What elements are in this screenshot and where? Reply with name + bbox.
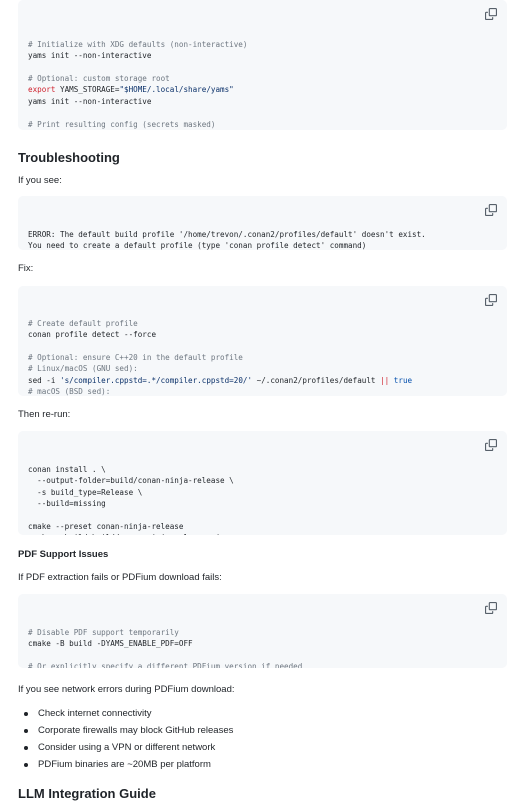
code-block-error: ERROR: The default build profile '/home/… — [18, 196, 507, 250]
code-blank-line — [28, 509, 497, 520]
code-block-fix: # Create default profileconan profile de… — [18, 286, 507, 396]
code-line: --build=missing — [28, 498, 497, 509]
rerun-label: Then re-run: — [18, 409, 70, 420]
troubleshooting-heading: Troubleshooting — [18, 150, 120, 165]
code-line: sed -i 's/compiler.cppstd=.*/compiler.cp… — [28, 375, 497, 386]
code-comment: # Create default profile — [28, 318, 497, 329]
copy-icon[interactable] — [485, 8, 497, 20]
code-lines: # Create default profileconan profile de… — [28, 318, 497, 396]
code-lines: # Initialize with XDG defaults (non-inte… — [28, 39, 497, 130]
code-text: YAMS_STORAGE= — [55, 85, 119, 94]
code-line: cmake --preset conan-ninja-release — [28, 521, 497, 532]
code-lines: # Disable PDF support temporarilycmake -… — [28, 627, 497, 668]
code-line: --output-folder=build/conan-ninja-releas… — [28, 475, 497, 486]
code-line: ERROR: The default build profile '/home/… — [28, 229, 497, 240]
code-comment: # Disable PDF support temporarily — [28, 627, 497, 638]
code-block-rerun: conan install . \ --output-folder=build/… — [18, 431, 507, 535]
code-block-pdf: # Disable PDF support temporarilycmake -… — [18, 594, 507, 668]
code-line: yams init --non-interactive — [28, 96, 497, 107]
llm-heading: LLM Integration Guide — [18, 786, 156, 801]
code-string: "$HOME/.local/share/yams" — [119, 85, 233, 94]
list-item: PDFium binaries are ~20MB per platform — [18, 756, 233, 773]
if-you-see-text: If you see: — [18, 175, 62, 186]
code-line: conan install . \ — [28, 464, 497, 475]
code-text: sed -i — [28, 376, 60, 385]
code-line: You need to create a default profile (ty… — [28, 240, 497, 250]
list-item: Consider using a VPN or different networ… — [18, 739, 233, 756]
code-lines: conan install . \ --output-folder=build/… — [28, 464, 497, 535]
code-blank-line — [28, 650, 497, 661]
code-comment: # Optional: custom storage root — [28, 73, 497, 84]
code-text: ~/.conan2/profiles/default — [252, 376, 380, 385]
fix-label: Fix: — [18, 263, 33, 274]
code-lines: ERROR: The default build profile '/home/… — [28, 229, 497, 250]
code-line: -s build_type=Release \ — [28, 487, 497, 498]
copy-icon[interactable] — [485, 602, 497, 614]
code-string: 's/compiler.cppstd=.*/compiler.cppstd=20… — [60, 376, 252, 385]
pdf-intro: If PDF extraction fails or PDFium downlo… — [18, 572, 222, 583]
bullet-list: Check internet connectivity Corporate fi… — [18, 705, 233, 773]
code-line: export YAMS_STORAGE="$HOME/.local/share/… — [28, 84, 497, 95]
code-comment: # Initialize with XDG defaults (non-inte… — [28, 39, 497, 50]
list-item: Check internet connectivity — [18, 705, 233, 722]
code-operator: || — [380, 376, 389, 385]
code-comment: # Or explicitly specify a different PDFi… — [28, 661, 497, 668]
list-item: Corporate firewalls may block GitHub rel… — [18, 722, 233, 739]
copy-icon[interactable] — [485, 204, 497, 216]
code-blank-line — [28, 341, 497, 352]
code-comment: # Optional: ensure C++20 in the default … — [28, 352, 497, 363]
copy-icon[interactable] — [485, 294, 497, 306]
network-intro: If you see network errors during PDFium … — [18, 684, 235, 695]
code-line: conan profile detect --force — [28, 329, 497, 340]
code-builtin: true — [394, 376, 412, 385]
code-keyword: export — [28, 85, 55, 94]
code-comment: # Print resulting config (secrets masked… — [28, 119, 497, 130]
code-blank-line — [28, 62, 497, 73]
code-line: cmake -B build -DYAMS_ENABLE_PDF=OFF — [28, 638, 497, 649]
code-block-init: # Initialize with XDG defaults (non-inte… — [18, 0, 507, 130]
copy-icon[interactable] — [485, 439, 497, 451]
pdf-heading: PDF Support Issues — [18, 549, 108, 560]
code-line: cmake --build build/conan-ninja-release … — [28, 532, 497, 535]
code-blank-line — [28, 107, 497, 118]
code-comment: # macOS (BSD sed): — [28, 386, 497, 396]
code-comment: # Linux/macOS (GNU sed): — [28, 363, 497, 374]
code-line: yams init --non-interactive — [28, 50, 497, 61]
